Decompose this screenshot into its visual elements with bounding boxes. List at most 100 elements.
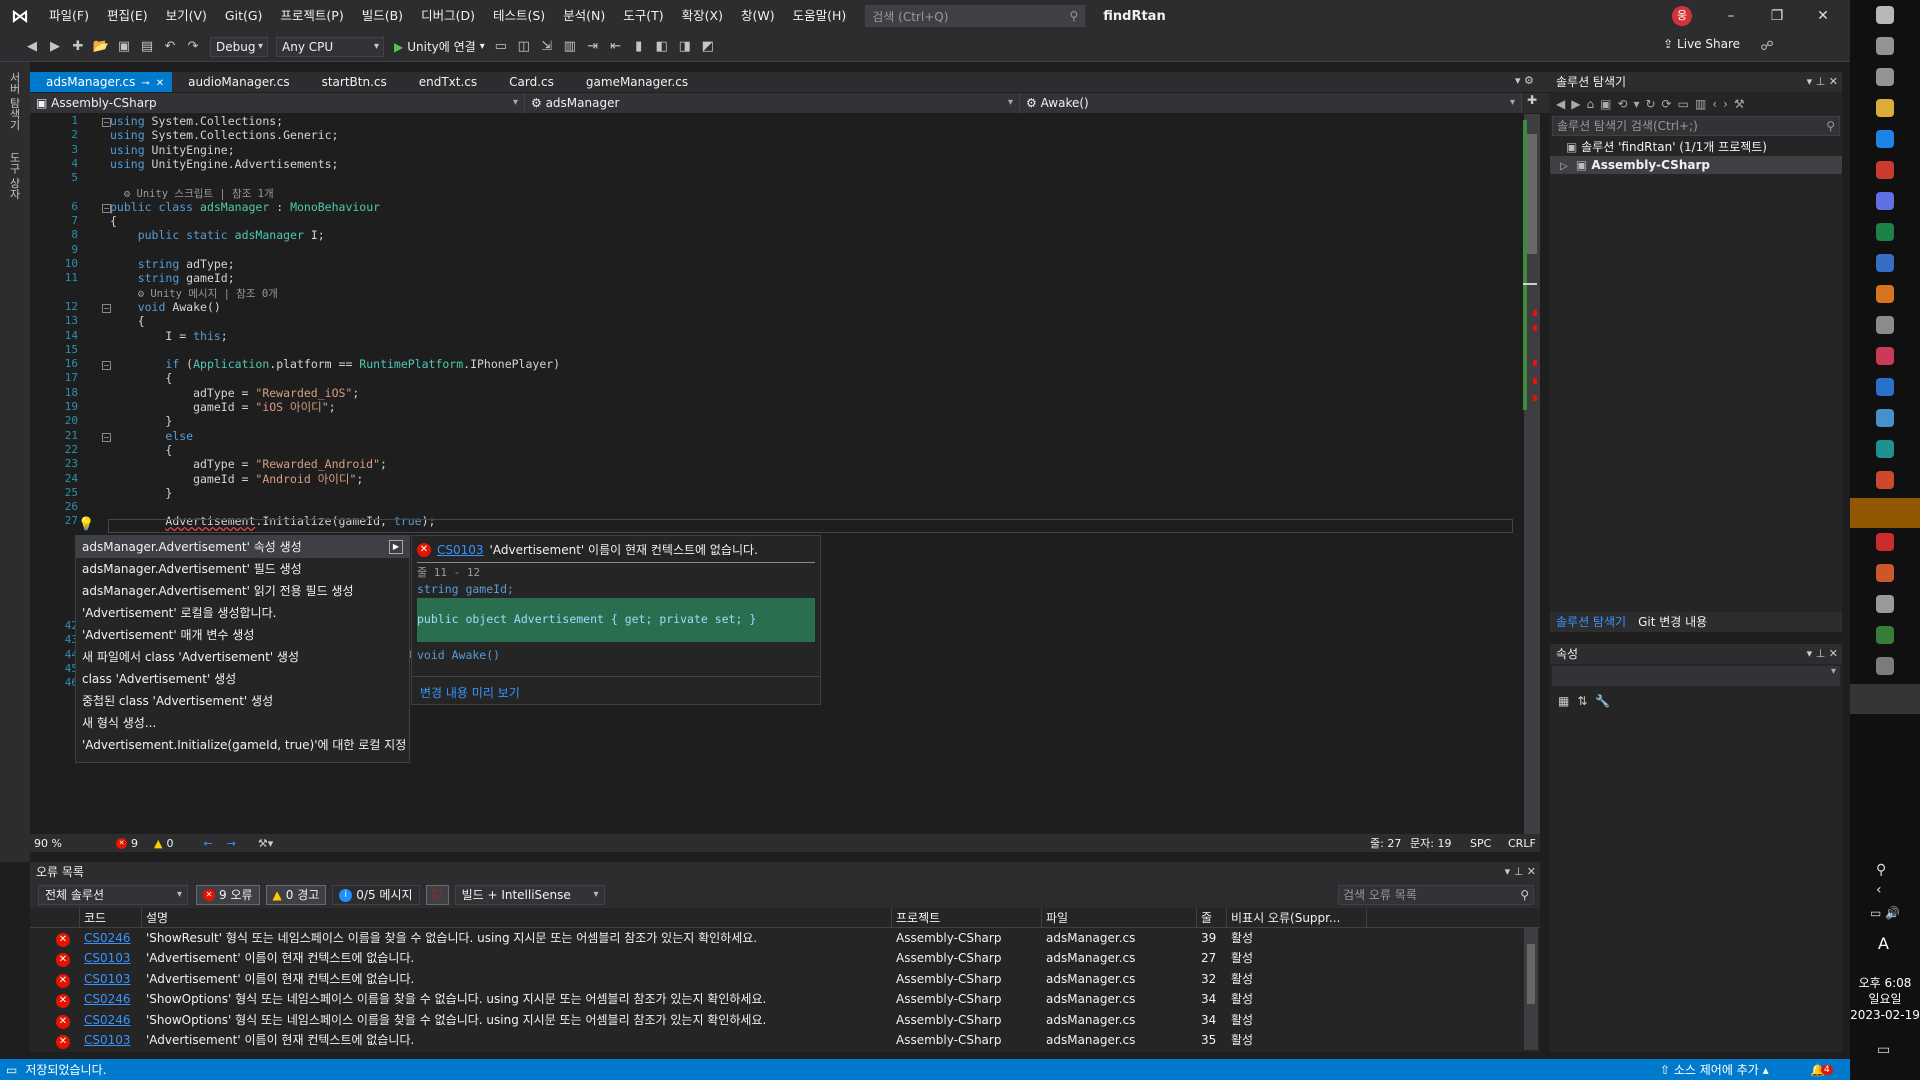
tab-endtxt-cs[interactable]: endTxt.cs xyxy=(403,72,493,92)
restore-button[interactable]: ❐ xyxy=(1754,0,1800,32)
configuration-select[interactable]: Debug xyxy=(210,36,268,57)
chrome-icon[interactable] xyxy=(1876,161,1894,179)
table-row[interactable]: ✕ CS0103 'Advertisement' 이름이 현재 컨텍스트에 없습니다… xyxy=(30,948,1540,968)
tab-audiomanager-cs[interactable]: audioManager.cs xyxy=(172,72,305,92)
error-scope-select[interactable]: 전체 솔루션 xyxy=(38,885,188,905)
live-share-button[interactable]: ⇪ Live Share xyxy=(1663,37,1740,51)
warning-count[interactable]: ▲ 0 xyxy=(154,837,173,850)
column-header[interactable]: 코드 xyxy=(80,908,142,927)
outdent-icon[interactable]: ⇤ xyxy=(606,37,626,57)
quick-action-item[interactable]: 'Advertisement' 로컬을 생성합니다. xyxy=(76,602,409,624)
lightbulb-error-icon[interactable]: 💡 xyxy=(78,517,94,532)
app-icon[interactable] xyxy=(1876,595,1894,613)
menu-item[interactable]: 파일(F) xyxy=(40,0,98,32)
action-center-icon[interactable]: ▭ xyxy=(1877,1042,1890,1058)
quick-action-item[interactable]: class 'Advertisement' 생성 xyxy=(76,668,409,690)
save-all-icon[interactable]: ▤ xyxy=(137,37,157,57)
solution-search-input[interactable]: 솔루션 탐색기 검색(Ctrl+;) ⚲ xyxy=(1552,116,1840,136)
fold-toggle-icon[interactable]: − xyxy=(102,204,111,213)
cell-code[interactable]: CS0103 xyxy=(80,1030,142,1050)
bookmark-next-icon[interactable]: ◨ xyxy=(675,37,695,57)
panel-controls-icon[interactable]: ▾ ⊥ ✕ xyxy=(1505,862,1536,882)
table-row[interactable]: ✕ CS0246 'ShowOptions' 형식 또는 네임스페이스 이름을 찾을… xyxy=(30,989,1540,1009)
windows-start-icon[interactable] xyxy=(1876,6,1894,24)
indent-icon[interactable]: ⇥ xyxy=(583,37,603,57)
quick-action-item[interactable]: adsManager.Advertisement' 필드 생성 xyxy=(76,558,409,580)
column-header[interactable]: 비표시 오류(Suppr... xyxy=(1227,908,1367,927)
column-header[interactable]: 줄 xyxy=(1197,908,1227,927)
menu-item[interactable]: 테스트(S) xyxy=(484,0,554,32)
cell-code[interactable]: CS0103 xyxy=(80,969,142,989)
discord-icon[interactable] xyxy=(1876,192,1894,210)
excel-icon[interactable] xyxy=(1876,223,1894,241)
build-source-select[interactable]: 빌드 + IntelliSense xyxy=(454,885,605,905)
platform-select[interactable]: Any CPU xyxy=(276,36,384,57)
task-view-icon[interactable] xyxy=(1876,68,1894,86)
notes-icon[interactable] xyxy=(1876,254,1894,272)
app-icon[interactable] xyxy=(1876,657,1894,675)
alphabetical-icon[interactable]: ⇅ xyxy=(1577,694,1587,708)
wrench-icon[interactable]: 🔧 xyxy=(1595,694,1610,708)
new-project-icon[interactable]: ✚ xyxy=(68,37,88,57)
scrollbar-thumb[interactable] xyxy=(1527,944,1535,1004)
source-control-button[interactable]: ⇧ 소스 제어에 추가 ▴ xyxy=(1660,1061,1769,1078)
powerpoint-icon[interactable] xyxy=(1876,564,1894,582)
error-list-scrollbar[interactable] xyxy=(1524,928,1538,1050)
table-row[interactable]: ✕ CS0246 'ShowOptions' 형식 또는 네임스페이스 이름을 찾을… xyxy=(30,1010,1540,1030)
fold-toggle-icon[interactable]: − xyxy=(102,118,111,127)
redo-icon[interactable]: ↷ xyxy=(183,37,203,57)
errors-filter-button[interactable]: ✕ 9 오류 xyxy=(196,885,260,905)
menu-item[interactable]: Git(G) xyxy=(216,0,272,32)
file-explorer-icon[interactable] xyxy=(1876,99,1894,117)
tab-git-changes[interactable]: Git 변경 내용 xyxy=(1632,612,1713,632)
tab-gamemanager-cs[interactable]: gameManager.cs xyxy=(570,72,704,92)
close-window-button[interactable]: ✕ xyxy=(1800,0,1846,32)
server-explorer-tab[interactable]: 서버 탐색기 xyxy=(6,72,22,131)
properties-object-select[interactable]: ▾ xyxy=(1552,666,1840,686)
notifications-button[interactable]: 🔔 4 xyxy=(1810,1063,1833,1077)
error-search-input[interactable]: 검색 오류 목록 ⚲ xyxy=(1338,885,1534,905)
menu-item[interactable]: 도움말(H) xyxy=(784,0,856,32)
quick-action-item[interactable]: adsManager.Advertisement' 읽기 전용 필드 생성 xyxy=(76,580,409,602)
line-ending[interactable]: CRLF xyxy=(1508,837,1536,850)
menu-item[interactable]: 프로젝트(P) xyxy=(271,0,352,32)
whitespace-mode[interactable]: SPC xyxy=(1470,837,1491,850)
code-cleanup-icon[interactable]: ⚒▾ xyxy=(258,837,273,850)
quick-action-item[interactable]: 중첩된 class 'Advertisement' 생성 xyxy=(76,690,409,712)
cell-code[interactable]: CS0246 xyxy=(80,989,142,1009)
project-nav-select[interactable]: ▣ Assembly-CSharp xyxy=(30,93,525,113)
step-icon[interactable]: ⇲ xyxy=(537,37,557,57)
app-icon[interactable] xyxy=(1876,533,1894,551)
navigate-back-icon[interactable]: ◀ xyxy=(22,37,42,57)
network-volume-icon[interactable]: ▭ 🔊 xyxy=(1870,906,1900,920)
open-file-icon[interactable]: 📂 xyxy=(91,37,111,57)
ime-indicator[interactable]: A xyxy=(1878,934,1889,953)
tab-adsmanager-cs[interactable]: adsManager.cs ⊸ ✕ xyxy=(30,72,173,92)
global-search-input[interactable]: 검색 (Ctrl+Q) ⚲ xyxy=(865,5,1086,27)
fold-toggle-icon[interactable]: − xyxy=(102,361,111,370)
search-icon[interactable] xyxy=(1876,37,1894,55)
menu-item[interactable]: 창(W) xyxy=(732,0,784,32)
expand-submenu-icon[interactable]: ▶ xyxy=(389,540,403,554)
kakaotalk-icon[interactable] xyxy=(1850,498,1920,528)
edge-icon[interactable] xyxy=(1876,130,1894,148)
panel-controls-icon[interactable]: ▾ ⊥ ✕ xyxy=(1807,644,1838,664)
column-header[interactable]: 설명 xyxy=(142,908,892,927)
zoom-select[interactable]: 90 % xyxy=(30,837,90,850)
column-header-icon[interactable] xyxy=(30,908,80,927)
menu-item[interactable]: 분석(N) xyxy=(554,0,614,32)
warnings-filter-button[interactable]: ▲ 0 경고 xyxy=(265,885,327,905)
menu-item[interactable]: 보기(V) xyxy=(157,0,216,32)
cell-code[interactable]: CS0103 xyxy=(80,948,142,968)
bookmark-icon[interactable]: ▮ xyxy=(629,37,649,57)
prev-issue-icon[interactable]: ← xyxy=(203,837,212,850)
class-nav-select[interactable]: ⚙ adsManager xyxy=(525,93,1020,113)
app-icon[interactable] xyxy=(1876,316,1894,334)
quick-action-item[interactable]: 'Advertisement' 매개 변수 생성 xyxy=(76,624,409,646)
split-editor-icon[interactable]: ✚ xyxy=(1522,93,1542,113)
member-nav-select[interactable]: ⚙ Awake() xyxy=(1020,93,1522,113)
bookmark-prev-icon[interactable]: ◧ xyxy=(652,37,672,57)
cell-code[interactable]: CS0246 xyxy=(80,1010,142,1030)
toolbox-tab[interactable]: 도구 상자 xyxy=(6,152,22,200)
menu-item[interactable]: 빌드(B) xyxy=(353,0,412,32)
